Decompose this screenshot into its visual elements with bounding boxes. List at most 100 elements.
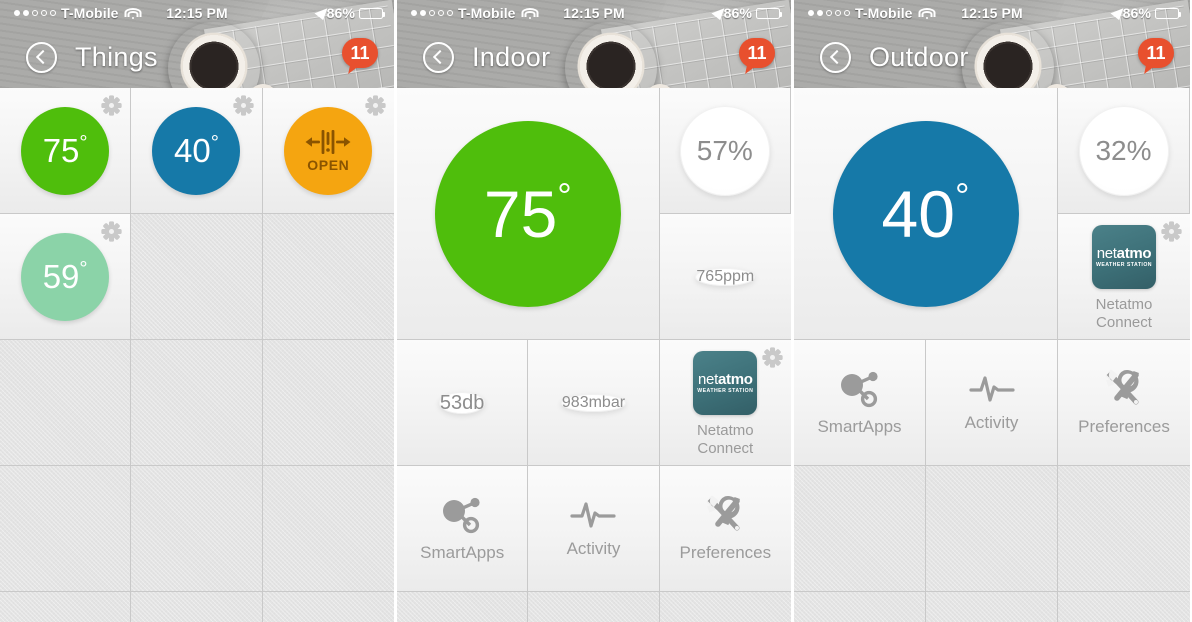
- nav-smartapps[interactable]: SmartApps: [397, 466, 529, 592]
- empty-cell: [262, 466, 394, 592]
- battery-icon: [1155, 7, 1181, 19]
- nav-tile-content: Activity: [965, 373, 1018, 433]
- thing-tile-temp-75[interactable]: 75°: [0, 88, 132, 214]
- empty-cell: [397, 592, 529, 622]
- nav-tile-label: SmartApps: [420, 542, 505, 562]
- nav-activity[interactable]: Activity: [528, 466, 660, 592]
- thing-tile-temp-59[interactable]: 59°: [0, 214, 132, 340]
- activity-pulse-icon: [570, 501, 617, 528]
- tile-status-label: OPEN: [307, 157, 350, 173]
- empty-cell: [131, 340, 263, 466]
- tile-value: 53db: [439, 391, 485, 414]
- back-button[interactable]: [26, 41, 57, 73]
- tile-circle: 40°: [152, 106, 241, 195]
- tile-value: 32%: [1095, 134, 1152, 166]
- gear-icon[interactable]: [233, 95, 254, 116]
- empty-cell: [0, 592, 132, 622]
- tile-circle: 40°: [832, 120, 1019, 307]
- gear-icon[interactable]: [762, 347, 783, 368]
- tile-value: 40°: [881, 175, 970, 251]
- outdoor-tile-humidity[interactable]: 32%: [1058, 88, 1190, 214]
- indoor-tile-netatmo-connect[interactable]: netatmo WEATHER STATION Netatmo Connect: [659, 340, 791, 466]
- nav-tile-content: SmartApps: [817, 369, 902, 437]
- gear-icon[interactable]: [1161, 221, 1182, 242]
- tile-circle: 57%: [679, 105, 770, 196]
- indoor-tile-sound[interactable]: 53db: [397, 340, 529, 466]
- empty-cell: [131, 466, 263, 592]
- back-button[interactable]: [820, 41, 851, 73]
- page-title: Things: [75, 41, 158, 72]
- tile-value: 75°: [42, 130, 88, 169]
- thing-tile-contact-open[interactable]: OPEN: [262, 88, 394, 214]
- header: T-Mobile 12:15 PM 86% Outdoor 11: [794, 0, 1190, 88]
- notification-badge[interactable]: 11: [342, 38, 378, 68]
- status-bar: T-Mobile 12:15 PM 86%: [0, 0, 394, 26]
- nav-tile-content: SmartApps: [420, 495, 504, 563]
- empty-cell: [794, 592, 926, 622]
- netatmo-wordmark: netatmo: [698, 371, 753, 389]
- tile-value: 765ppm: [696, 267, 755, 285]
- header: T-Mobile 12:15 PM 86% Indoor 11: [397, 0, 791, 88]
- page-title: Indoor: [472, 41, 551, 72]
- netatmo-tile-content: netatmo WEATHER STATION Netatmo Connect: [1092, 221, 1156, 331]
- preferences-tools-icon: [707, 495, 741, 530]
- netatmo-tile-content: netatmo WEATHER STATION Netatmo Connect: [693, 347, 758, 457]
- nav-bar: Indoor 11: [397, 26, 791, 88]
- status-bar: T-Mobile 12:15 PM 86%: [397, 0, 791, 26]
- nav-smartapps[interactable]: SmartApps: [794, 340, 926, 466]
- screen-outdoor: T-Mobile 12:15 PM 86% Outdoor 11 40° 32% netatm…: [794, 0, 1190, 622]
- empty-cell: [1058, 466, 1190, 592]
- netatmo-sublabel: WEATHER STATION: [697, 388, 754, 395]
- netatmo-logo: netatmo WEATHER STATION: [693, 351, 758, 416]
- gear-icon[interactable]: [101, 95, 122, 116]
- thing-tile-temp-40[interactable]: 40°: [131, 88, 263, 214]
- activity-pulse-icon: [968, 375, 1015, 402]
- nav-activity[interactable]: Activity: [926, 340, 1058, 466]
- page-title: Outdoor: [869, 41, 969, 72]
- gear-icon[interactable]: [101, 221, 122, 242]
- empty-cell: [926, 592, 1058, 622]
- indoor-tile-humidity[interactable]: 57%: [659, 88, 791, 214]
- screen-indoor: T-Mobile 12:15 PM 86% Indoor 11 75° 57% 765ppm 5…: [397, 0, 794, 622]
- outdoor-tile-netatmo-connect[interactable]: netatmo WEATHER STATION Netatmo Connect: [1058, 214, 1190, 340]
- indoor-tile-temperature[interactable]: 75°: [397, 88, 660, 340]
- empty-cell: [794, 466, 926, 592]
- notification-badge[interactable]: 11: [1138, 38, 1174, 68]
- notification-badge[interactable]: 11: [739, 38, 775, 68]
- tile-circle: 983mbar: [560, 393, 627, 412]
- outdoor-tile-temperature[interactable]: 40°: [794, 88, 1058, 340]
- tile-circle: OPEN: [284, 106, 373, 195]
- preferences-tools-icon: [1105, 369, 1139, 404]
- nav-bar: Outdoor 11: [794, 26, 1190, 88]
- nav-tile-label: Activity: [566, 538, 621, 558]
- tile-grid: 40° 32% netatmo WEATHER STATION Netatmo Conne…: [794, 88, 1190, 622]
- nav-preferences[interactable]: Preferences: [1058, 340, 1190, 466]
- tile-circle: 765ppm: [695, 267, 756, 286]
- tile-circle: 75°: [434, 120, 621, 307]
- empty-cell: [926, 466, 1058, 592]
- tile-grid: 75° 57% 765ppm 53db 983mbar netatmo WEATHER ST…: [397, 88, 791, 622]
- indoor-tile-co2[interactable]: 765ppm: [659, 214, 791, 340]
- indoor-tile-pressure[interactable]: 983mbar: [528, 340, 660, 466]
- status-bar: T-Mobile 12:15 PM 86%: [794, 0, 1190, 26]
- empty-cell: [660, 592, 791, 622]
- nav-tile-label: Preferences: [679, 542, 772, 562]
- gear-icon[interactable]: [365, 95, 386, 116]
- back-chevron-icon: [829, 49, 845, 65]
- screenshot-root: T-Mobile 12:15 PM 86% Things 11 75° 40° OPEN 59°…: [0, 0, 1192, 622]
- back-chevron-icon: [35, 49, 51, 65]
- nav-tile-content: Preferences: [1078, 369, 1170, 437]
- header: T-Mobile 12:15 PM 86% Things 11: [0, 0, 394, 88]
- empty-cell: [0, 466, 132, 592]
- empty-cell: [262, 214, 394, 340]
- tile-grid: 75° 40° OPEN 59°: [0, 88, 394, 622]
- tile-circle: 75°: [21, 106, 110, 195]
- nav-preferences[interactable]: Preferences: [659, 466, 791, 592]
- nav-tile-label: Preferences: [1078, 416, 1170, 436]
- nav-tile-content: Preferences: [679, 495, 771, 563]
- back-button[interactable]: [423, 41, 454, 73]
- tile-value: 75°: [483, 175, 572, 251]
- nav-tile-content: Activity: [566, 499, 621, 559]
- empty-cell: [1058, 592, 1190, 622]
- clock-label: 12:15 PM: [961, 5, 1023, 21]
